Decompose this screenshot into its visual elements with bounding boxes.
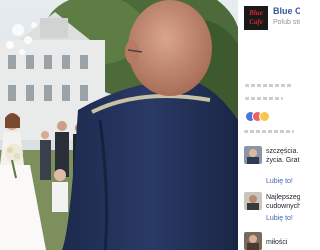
page-name-link[interactable]: Blue C xyxy=(273,6,300,17)
comment-text: Najlepszeg xyxy=(266,194,300,201)
like-comment-link[interactable]: Lubię to! xyxy=(266,177,293,186)
logo-text: Blue Cafe xyxy=(249,9,263,26)
avatar-image xyxy=(244,232,262,250)
commenter-avatar[interactable] xyxy=(244,146,262,164)
comment-text: szczęścia. xyxy=(266,148,299,155)
commenter-avatar[interactable] xyxy=(244,192,262,210)
wedding-photo-image xyxy=(0,0,238,250)
divider-line xyxy=(244,130,294,133)
comment-text: życia. Grat xyxy=(266,157,300,164)
caption-line xyxy=(245,84,293,87)
commenter-avatar[interactable] xyxy=(244,232,262,250)
comment: Najlepszeg cudownych Lubię to! xyxy=(244,192,300,228)
caption-line xyxy=(245,97,283,100)
comment-text: cudownych xyxy=(266,203,300,210)
page-avatar[interactable]: Blue Cafe xyxy=(244,6,268,30)
comment: szczęścia. życia. Grat Lubię to! xyxy=(244,146,300,190)
post-sidebar: Blue Cafe Blue C Polub str szczęścia. ży… xyxy=(238,0,300,250)
avatar-image xyxy=(244,146,262,164)
wow-reaction-icon xyxy=(259,111,270,122)
comment: miłości xyxy=(244,232,300,250)
avatar-image xyxy=(244,192,262,210)
follow-page-link[interactable]: Polub str xyxy=(273,18,300,27)
post-photo[interactable] xyxy=(0,0,238,250)
comment-text: miłości xyxy=(266,239,288,246)
like-comment-link[interactable]: Lubię to! xyxy=(266,214,293,223)
